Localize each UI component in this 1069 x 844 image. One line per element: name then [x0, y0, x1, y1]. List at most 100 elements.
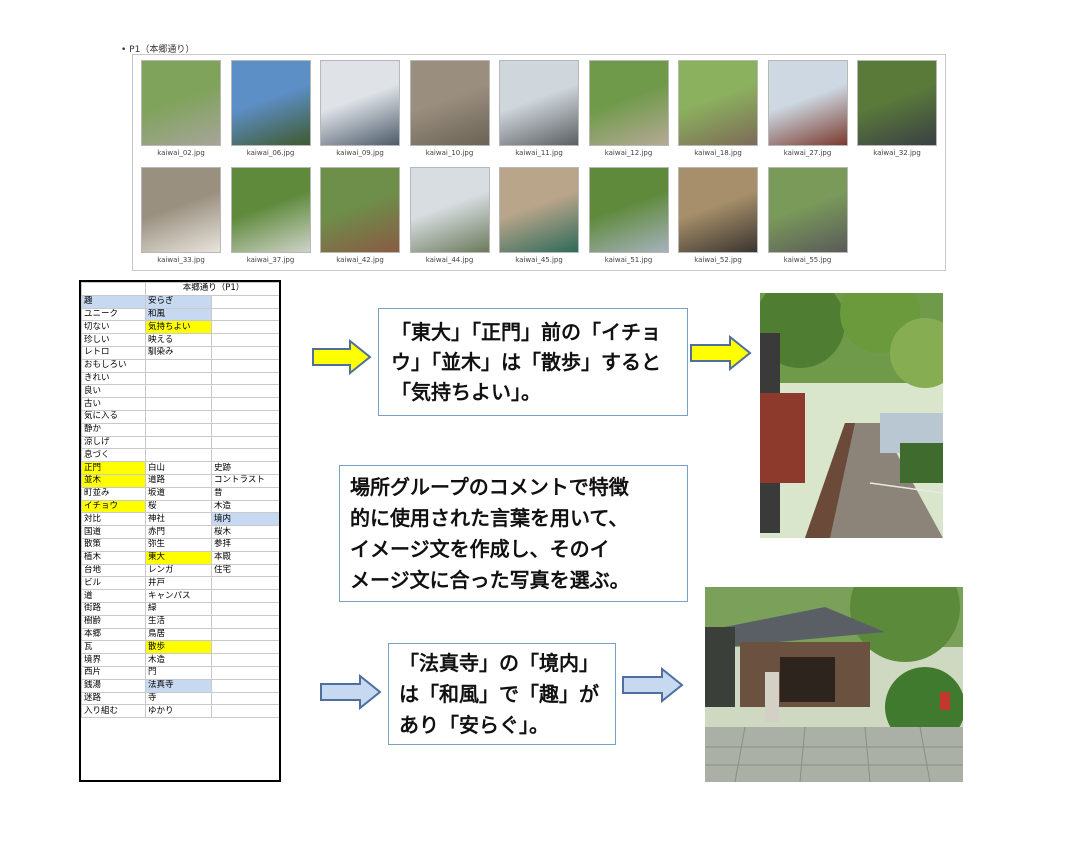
- table-cell: 古い: [81, 397, 146, 411]
- thumbnail-photo: [767, 60, 848, 146]
- table-cell: レトロ: [81, 345, 146, 360]
- table-row: 並木 道路 コントラスト: [81, 473, 279, 488]
- table-cell: [210, 691, 279, 706]
- thumbnail[interactable]: kaiwai_09.jpg: [316, 58, 404, 162]
- table-cell: 鳥居: [145, 627, 212, 642]
- table-cell: 境界: [81, 653, 146, 667]
- table-cell: [210, 589, 279, 603]
- table-cell: ゆかり: [145, 704, 212, 719]
- thumbnail[interactable]: kaiwai_42.jpg: [316, 165, 404, 269]
- table-cell: 昔: [210, 486, 279, 501]
- table-cell: 珍しい: [81, 333, 146, 347]
- table-cell: ユニーク: [81, 307, 146, 322]
- thumbnail-photo: [141, 167, 221, 253]
- word-table: 本郷通り（P1）趣安らぎ ユニーク 和風 切ない 気持ちよい 珍しい 映える レトロ 馴染み おも…: [81, 282, 279, 719]
- table-row: 対比 神社 境内: [81, 512, 279, 527]
- table-cell: キャンパス: [145, 589, 212, 603]
- table-cell: [210, 384, 279, 399]
- table-cell: 国道: [81, 525, 146, 539]
- table-cell: イチョウ: [81, 499, 146, 514]
- table-cell: 正門: [81, 461, 146, 475]
- box-line: 的に使用された言葉を用いて、: [350, 506, 629, 530]
- table-cell: [210, 358, 279, 373]
- table-row: ユニーク 和風: [81, 307, 279, 322]
- table-cell: [145, 397, 212, 411]
- table-cell: 街路: [81, 601, 146, 616]
- thumbnail[interactable]: kaiwai_11.jpg: [495, 58, 583, 162]
- thumbnail-filename: kaiwai_11.jpg: [515, 149, 563, 157]
- thumbnail[interactable]: kaiwai_06.jpg: [227, 58, 315, 162]
- table-cell: 道路: [145, 473, 212, 488]
- thumbnail-filename: kaiwai_33.jpg: [157, 256, 205, 264]
- table-row: 珍しい 映える: [81, 333, 279, 347]
- table-row: きれい: [81, 371, 279, 386]
- thumbnail[interactable]: kaiwai_52.jpg: [674, 165, 762, 269]
- thumbnail[interactable]: kaiwai_12.jpg: [585, 58, 673, 162]
- table-cell: 気持ちよい: [145, 320, 212, 335]
- arrow-right-icon: [690, 334, 752, 372]
- table-cell: 植木: [81, 550, 146, 565]
- table-row: 樹齢 生活: [81, 614, 279, 629]
- thumbnail-photo: [409, 60, 490, 146]
- table-row: 台地 レンガ 住宅: [81, 563, 279, 578]
- thumbnail-filename: kaiwai_51.jpg: [604, 256, 653, 264]
- thumbnail-filename: kaiwai_10.jpg: [425, 149, 474, 157]
- table-row: ビル 井戸: [81, 576, 279, 591]
- table-cell: 参拝: [210, 537, 279, 552]
- temple-precinct-photo: [705, 587, 963, 782]
- table-cell: 本殿: [210, 550, 279, 565]
- table-cell: 史跡: [210, 461, 279, 475]
- thumbnail[interactable]: kaiwai_10.jpg: [406, 58, 494, 162]
- table-row: イチョウ桜木造: [81, 499, 279, 514]
- table-row: おもしろい: [81, 358, 279, 373]
- thumbnail-photo: [767, 167, 848, 253]
- table-row: 正門 白山 史跡: [81, 461, 279, 475]
- thumbnail[interactable]: kaiwai_51.jpg: [585, 165, 673, 269]
- table-row: 切ない 気持ちよい: [81, 320, 279, 335]
- table-cell: [210, 397, 279, 411]
- table-cell: [210, 627, 279, 642]
- table-cell: 散策: [81, 537, 146, 552]
- box-line: 「気持ちよい」。: [391, 380, 541, 404]
- table-cell: [145, 448, 212, 463]
- method-description-box: 場所グループのコメントで特徴 的に使用された言葉を用いて、 イメージ文を作成し、…: [339, 465, 688, 602]
- arrow-right-icon: [320, 673, 382, 711]
- thumbnail[interactable]: kaiwai_27.jpg: [764, 58, 852, 162]
- table-cell: 井戸: [145, 576, 212, 591]
- table-cell: [210, 333, 279, 347]
- thumbnail[interactable]: kaiwai_55.jpg: [764, 165, 852, 269]
- thumbnail-filename: kaiwai_32.jpg: [873, 149, 921, 157]
- table-cell: [210, 294, 279, 309]
- thumbnail[interactable]: kaiwai_18.jpg: [674, 58, 762, 162]
- table-cell: 赤門: [145, 525, 212, 539]
- table-cell: 瓦: [81, 640, 146, 655]
- thumbnail[interactable]: kaiwai_32.jpg: [853, 58, 941, 162]
- box-line: メージ文に合った写真を選ぶ。: [350, 568, 630, 592]
- thumbnail-photo: [588, 60, 669, 146]
- table-row: レトロ 馴染み: [81, 345, 279, 360]
- table-row: 本郷 鳥居: [81, 627, 279, 642]
- thumbnail[interactable]: kaiwai_33.jpg: [137, 165, 225, 269]
- table-cell: 趣: [81, 294, 146, 309]
- thumbnail[interactable]: kaiwai_02.jpg: [137, 58, 225, 162]
- table-row: 西片門: [81, 665, 279, 680]
- table-cell: 木造: [145, 653, 212, 667]
- table-cell: 気に入る: [81, 409, 146, 424]
- table-cell: [210, 601, 279, 616]
- table-row: 息づく: [81, 448, 279, 463]
- table-cell: [145, 422, 212, 437]
- table-cell: 台地: [81, 563, 146, 578]
- thumbnail-photo: [320, 167, 400, 253]
- table-cell: 安らぎ: [145, 294, 212, 309]
- table-cell: 良い: [81, 384, 146, 399]
- table-cell: 馴染み: [145, 345, 212, 360]
- table-cell: [210, 435, 279, 450]
- table-row: 境界 木造: [81, 653, 279, 667]
- thumbnail[interactable]: kaiwai_37.jpg: [227, 165, 315, 269]
- ginkgo-avenue-photo: [760, 293, 943, 538]
- thumbnail-photo: [230, 167, 311, 253]
- table-row: 入り組む ゆかり: [81, 704, 279, 719]
- thumbnail[interactable]: kaiwai_44.jpg: [406, 165, 494, 269]
- thumbnail[interactable]: kaiwai_45.jpg: [495, 165, 583, 269]
- thumbnail-filename: kaiwai_12.jpg: [604, 149, 653, 157]
